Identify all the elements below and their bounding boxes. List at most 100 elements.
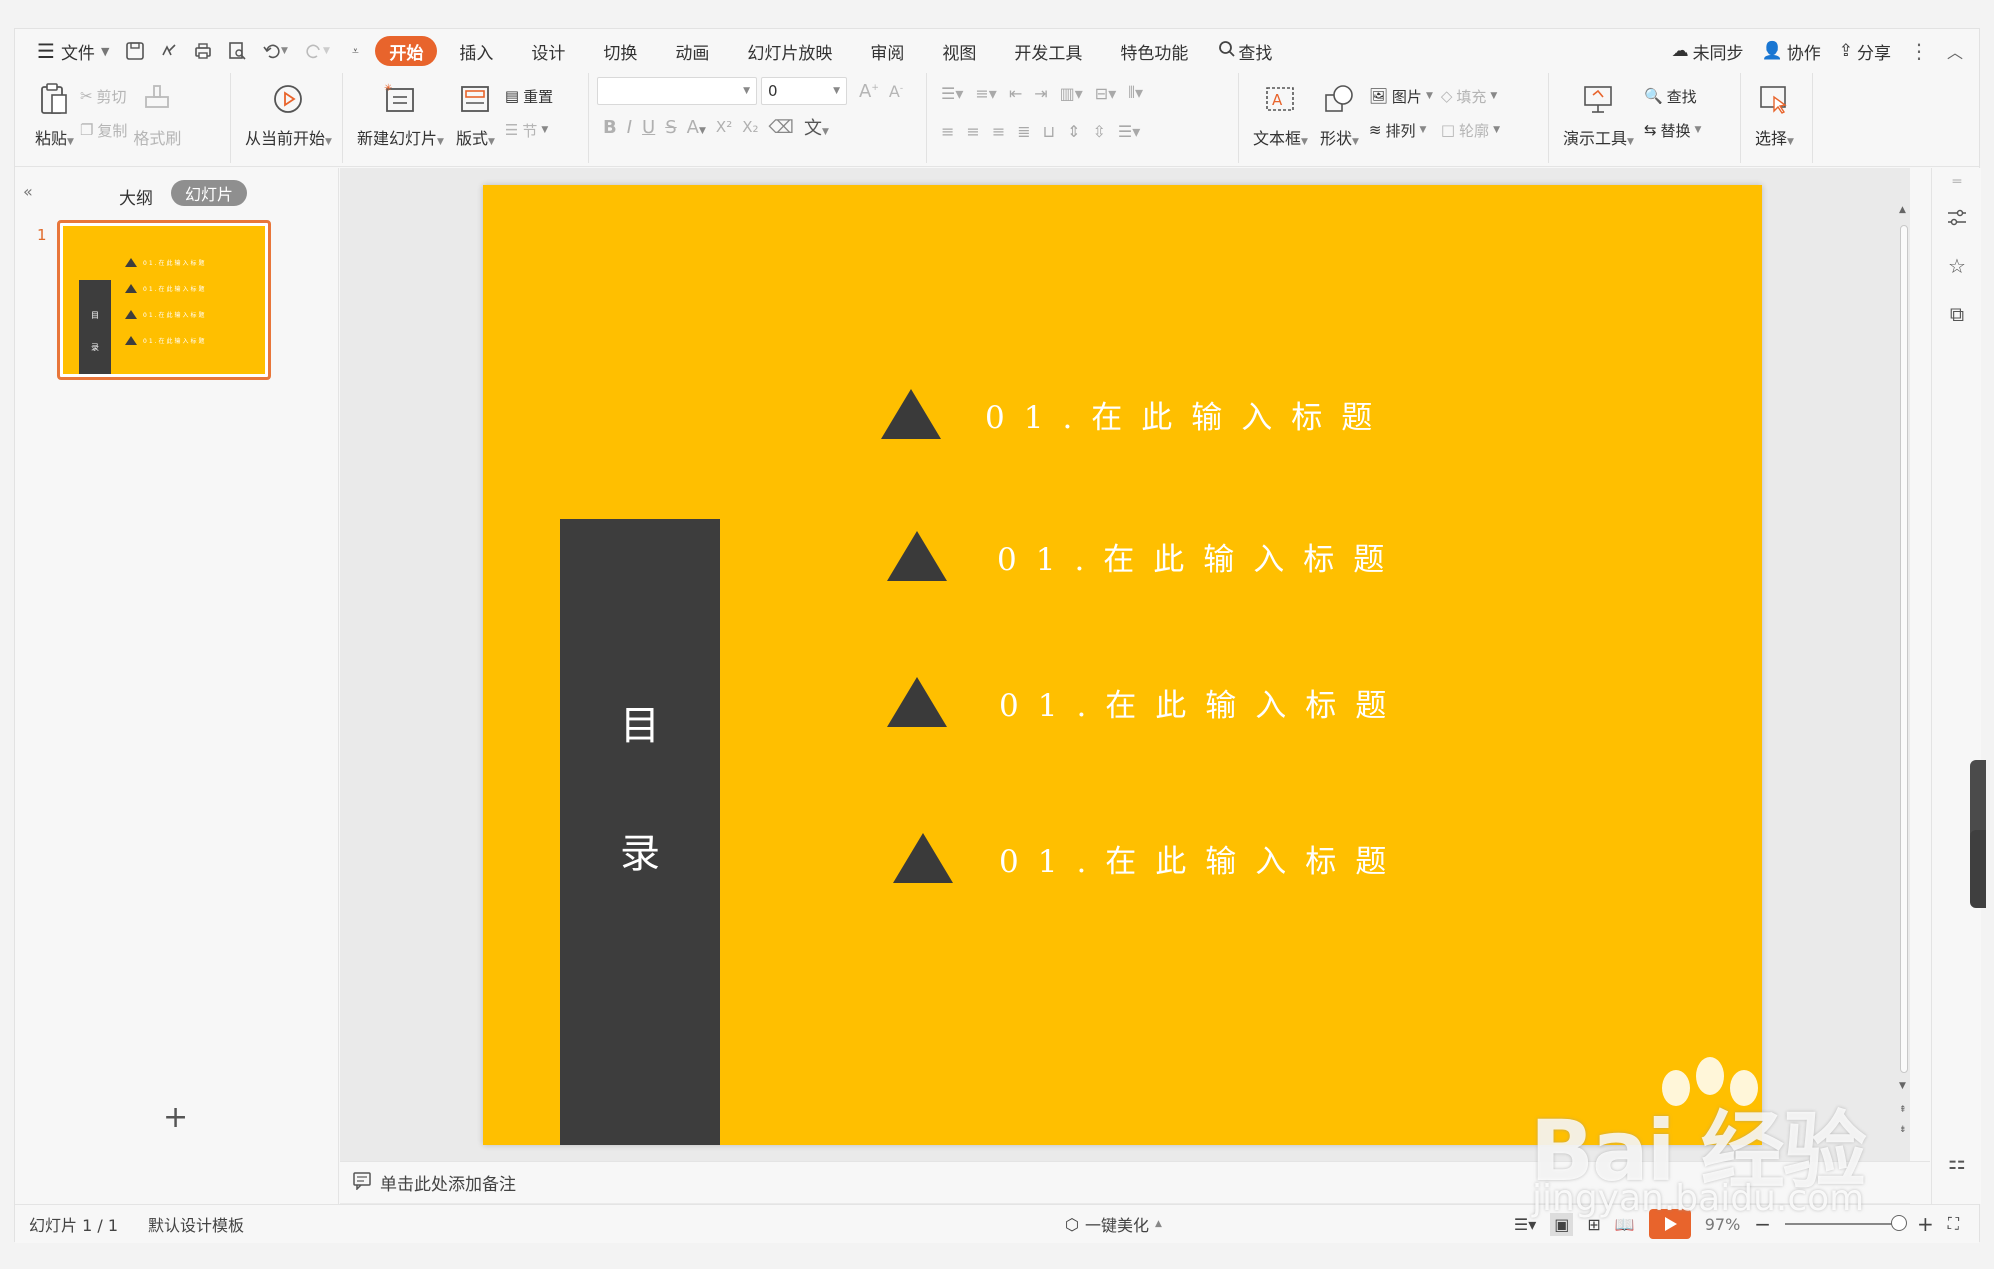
layout-button[interactable]: 版式▼ [450, 77, 501, 149]
justify-icon[interactable]: ≣ [1017, 122, 1030, 141]
copy-button[interactable]: ❐ 复制 [80, 119, 127, 141]
clear-format-icon[interactable]: ⌫ [769, 117, 794, 138]
font-color-icon[interactable]: A▼ [687, 117, 706, 138]
paste-button[interactable]: 粘贴▼ [33, 77, 76, 149]
undo-icon[interactable]: ▼ [257, 37, 293, 65]
align-right-icon[interactable]: ≡ [992, 122, 1005, 141]
columns-icon[interactable]: ▥▾ [1060, 84, 1083, 103]
decrease-indent-icon[interactable]: ⇤ [1009, 84, 1022, 103]
chevron-down-icon: ▼ [100, 44, 110, 58]
underline-icon[interactable]: U [642, 117, 655, 138]
add-slide-icon[interactable]: + [163, 1100, 188, 1135]
play-from-current-button[interactable]: 从当前开始▼ [239, 77, 338, 149]
font-size-select[interactable]: 0 ▼ [761, 77, 847, 105]
tab-review[interactable]: 审阅 [854, 36, 920, 66]
arrange-button[interactable]: ≋ 排列 ▼ [1369, 119, 1433, 141]
increase-font-icon[interactable]: A+ [859, 81, 879, 102]
tab-home[interactable]: 开始 [375, 36, 438, 66]
redo-icon[interactable]: ▼ [299, 37, 335, 65]
drag-handle-icon[interactable]: ═ [1945, 170, 1969, 194]
slide-thumbnail[interactable]: 目 录 01.在此输入标题 01.在此输入标题 01.在此输入标题 01.在此输… [57, 220, 271, 380]
replace-button[interactable]: ⇆ 替换 ▼ [1644, 119, 1702, 141]
tab-insert[interactable]: 插入 [443, 36, 509, 66]
italic-icon[interactable]: I [627, 117, 632, 138]
tab-design[interactable]: 设计 [515, 36, 581, 66]
text-direction-icon[interactable]: ⊟▾ [1095, 84, 1116, 103]
settings-sliders-icon[interactable] [1945, 206, 1969, 230]
toc-item[interactable]: 01.在此输入标题 [887, 677, 1405, 727]
section-button[interactable]: ☰ 节 ▼ [505, 119, 553, 141]
collaborate-button[interactable]: 👤 协作 [1762, 39, 1821, 64]
bold-icon[interactable]: B [603, 117, 617, 138]
tab-features[interactable]: 特色功能 [1104, 36, 1204, 66]
presentation-tools-button[interactable]: 演示工具▼ [1557, 77, 1640, 149]
search-command[interactable]: 查找 [1210, 36, 1280, 66]
font-group: ▼ 0 ▼ A+ A- B I U S A▼ X² X₂ ⌫ 文▼ [589, 73, 927, 163]
edge-widget[interactable] [1970, 830, 1986, 908]
subscript-icon[interactable]: X₂ [742, 118, 758, 136]
distribute-icon[interactable]: ⊔ [1043, 122, 1055, 141]
clipboard-group: 粘贴▼ ✂ 剪切 ❐ 复制 格式刷 [25, 73, 231, 163]
toc-item[interactable]: 01.在此输入标题 [881, 389, 1391, 439]
collapse-ribbon-icon[interactable]: ︿ [1947, 39, 1963, 63]
transform-icon[interactable]: ⧉ [1945, 302, 1969, 326]
textbox-button[interactable]: A 文本框▼ [1247, 77, 1314, 149]
font-name-select[interactable]: ▼ [597, 77, 757, 105]
bullet-list-icon[interactable]: ☰▾ [941, 84, 963, 103]
save-icon[interactable] [121, 37, 149, 65]
tab-slideshow[interactable]: 幻灯片放映 [731, 36, 848, 66]
select-group: 选择▼ [1741, 73, 1813, 163]
collapse-panel-icon[interactable]: « [23, 182, 33, 201]
scroll-thumb[interactable] [1900, 225, 1908, 1073]
star-icon[interactable]: ☆ [1945, 254, 1969, 278]
tab-transition[interactable]: 切换 [587, 36, 653, 66]
tab-view[interactable]: 视图 [926, 36, 992, 66]
more-icon[interactable]: ⋮ [1909, 39, 1929, 63]
numbered-list-icon[interactable]: ≡▾ [975, 84, 996, 103]
select-button[interactable]: 选择▼ [1749, 77, 1800, 149]
edge-widget[interactable] [1970, 760, 1986, 840]
cut-button[interactable]: ✂ 剪切 [80, 85, 127, 107]
line-spacing-icon[interactable]: ⇕ [1067, 122, 1080, 141]
sync-status[interactable]: ☁ 未同步 [1672, 39, 1744, 64]
decrease-font-icon[interactable]: A- [889, 82, 903, 101]
superscript-icon[interactable]: X² [716, 118, 732, 136]
toc-item[interactable]: 01.在此输入标题 [893, 833, 1405, 883]
fill-button[interactable]: ◇ 填充 ▼ [1441, 85, 1500, 107]
strikethrough-icon[interactable]: S [665, 117, 676, 138]
vertical-scrollbar[interactable]: ▲ ▼ ⇞ ⇟ [1897, 201, 1911, 1161]
scroll-up-icon[interactable]: ▲ [1899, 205, 1906, 215]
share-button[interactable]: ⇪ 分享 [1839, 39, 1891, 64]
play-icon [270, 81, 306, 117]
beautify-button[interactable]: ⬡ 一键美化 ▲ [1065, 1212, 1162, 1236]
template-name[interactable]: 默认设计模板 [148, 1212, 244, 1236]
file-menu[interactable]: ☰ 文件 ▼ [31, 37, 115, 65]
tab-outline[interactable]: 大纲 [119, 184, 153, 209]
cloud-save-icon[interactable] [155, 37, 183, 65]
format-painter-button[interactable]: 格式刷 [131, 77, 183, 149]
align-left-icon[interactable]: ≡ [941, 122, 954, 141]
tab-animation[interactable]: 动画 [659, 36, 725, 66]
outline-button[interactable]: □ 轮廓 ▼ [1441, 119, 1500, 141]
paragraph-spacing-icon[interactable]: ⇳ [1093, 122, 1106, 141]
phonetic-icon[interactable]: 文▼ [804, 114, 829, 140]
more-paragraph-icon[interactable]: ☰▾ [1118, 122, 1140, 141]
align-center-icon[interactable]: ≡ [966, 122, 979, 141]
picture-button[interactable]: 🖼 图片 ▼ [1369, 85, 1433, 107]
print-preview-icon[interactable] [223, 37, 251, 65]
shape-button[interactable]: 形状▼ [1314, 77, 1365, 149]
slide[interactable]: 目 录 01.在此输入标题 01.在此输入标题 01.在此输入标题 01.在此输… [483, 185, 1762, 1145]
toc-item[interactable]: 01.在此输入标题 [887, 531, 1403, 581]
align-text-icon[interactable]: ⫴▾ [1128, 83, 1143, 103]
tab-slides[interactable]: 幻灯片 [171, 180, 248, 206]
increase-indent-icon[interactable]: ⇥ [1034, 84, 1047, 103]
search-icon: 🔍 [1643, 87, 1663, 105]
triangle-icon [881, 389, 941, 439]
print-icon[interactable] [189, 37, 217, 65]
customize-toolbar-icon[interactable]: ⩡ [341, 37, 369, 65]
toc-sidebar[interactable]: 目 录 [560, 519, 720, 1145]
tab-developer[interactable]: 开发工具 [998, 36, 1098, 66]
find-button[interactable]: 🔍 查找 [1644, 85, 1702, 107]
new-slide-button[interactable]: ✳ 新建幻灯片▼ [351, 77, 450, 149]
reset-button[interactable]: ▤ 重置 [505, 85, 553, 107]
